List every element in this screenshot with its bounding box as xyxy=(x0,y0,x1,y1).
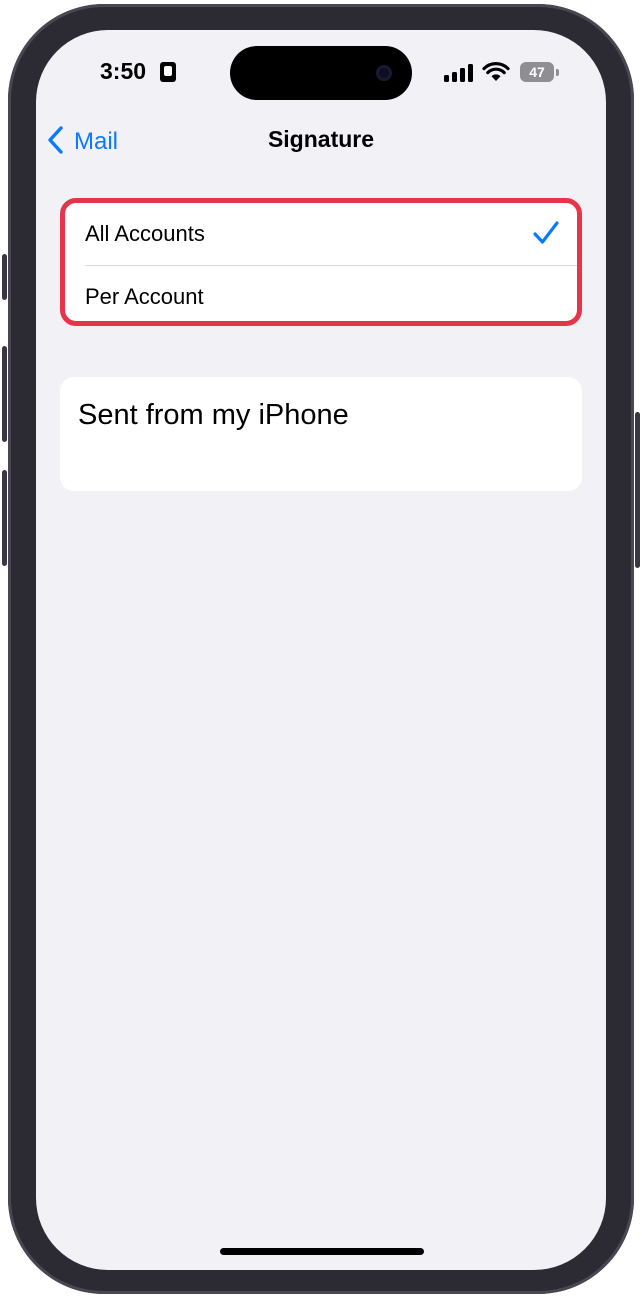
signature-text-field[interactable]: Sent from my iPhone xyxy=(60,377,582,491)
option-label: All Accounts xyxy=(85,221,205,246)
screen: 3:50 47 Mail Signature All Accounts Per … xyxy=(36,30,606,1270)
option-label: Per Account xyxy=(85,284,204,309)
volume-down-button xyxy=(2,470,7,566)
wifi-icon xyxy=(482,62,510,87)
battery-icon: 47 xyxy=(520,62,559,82)
home-indicator[interactable] xyxy=(220,1248,424,1255)
signature-scope-options: All Accounts Per Account xyxy=(60,198,582,326)
power-button xyxy=(635,412,640,568)
dynamic-island xyxy=(230,46,412,100)
action-button xyxy=(2,254,7,300)
battery-level: 47 xyxy=(529,64,545,80)
page-title: Signature xyxy=(267,126,375,152)
status-time: 3:50 xyxy=(100,58,147,84)
option-all-accounts[interactable]: All Accounts xyxy=(65,203,577,265)
person-card-icon xyxy=(160,62,176,82)
cellular-signal-icon xyxy=(444,64,474,82)
checkmark-icon xyxy=(533,221,559,250)
volume-up-button xyxy=(2,346,7,442)
signature-text: Sent from my iPhone xyxy=(78,399,349,431)
option-per-account[interactable]: Per Account xyxy=(65,266,577,321)
camera-icon xyxy=(376,65,392,81)
